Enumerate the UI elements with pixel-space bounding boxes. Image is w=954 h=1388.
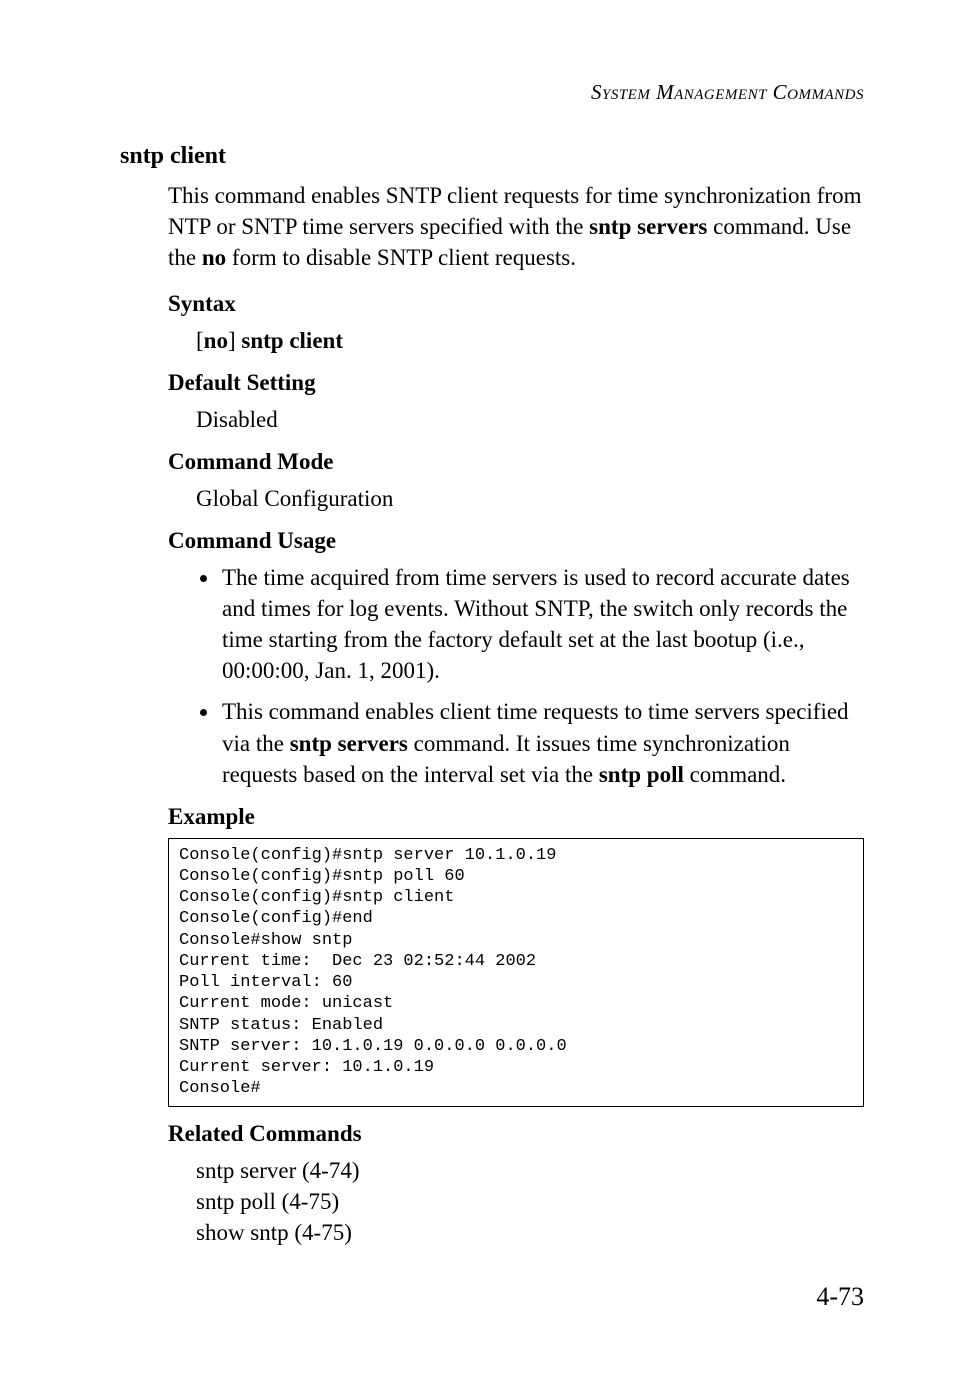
- command-mode-heading: Command Mode: [168, 449, 864, 475]
- list-item: This command enables client time request…: [220, 696, 864, 789]
- example-heading: Example: [168, 804, 864, 830]
- command-mode-value: Global Configuration: [196, 483, 864, 514]
- syntax-line: [no] sntp client: [196, 325, 864, 356]
- related-line: show sntp (4-75): [196, 1217, 864, 1248]
- example-code-block: Console(config)#sntp server 10.1.0.19 Co…: [168, 838, 864, 1107]
- related-line: sntp poll (4-75): [196, 1186, 864, 1217]
- related-commands-lines: sntp server (4-74) sntp poll (4-75) show…: [196, 1155, 864, 1248]
- command-usage-heading: Command Usage: [168, 528, 864, 554]
- command-usage-list: The time acquired from time servers is u…: [168, 562, 864, 789]
- list-item: The time acquired from time servers is u…: [220, 562, 864, 686]
- default-setting-value: Disabled: [196, 404, 864, 435]
- page-container: System Management Commands sntp client T…: [0, 0, 954, 1372]
- running-head: System Management Commands: [120, 80, 864, 105]
- syntax-heading: Syntax: [168, 291, 864, 317]
- page-number: 4-73: [120, 1282, 864, 1312]
- related-commands-heading: Related Commands: [168, 1121, 864, 1147]
- intro-paragraph: This command enables SNTP client request…: [168, 180, 864, 273]
- default-setting-heading: Default Setting: [168, 370, 864, 396]
- content-block: This command enables SNTP client request…: [168, 180, 864, 1248]
- command-title: sntp client: [120, 143, 864, 170]
- related-line: sntp server (4-74): [196, 1155, 864, 1186]
